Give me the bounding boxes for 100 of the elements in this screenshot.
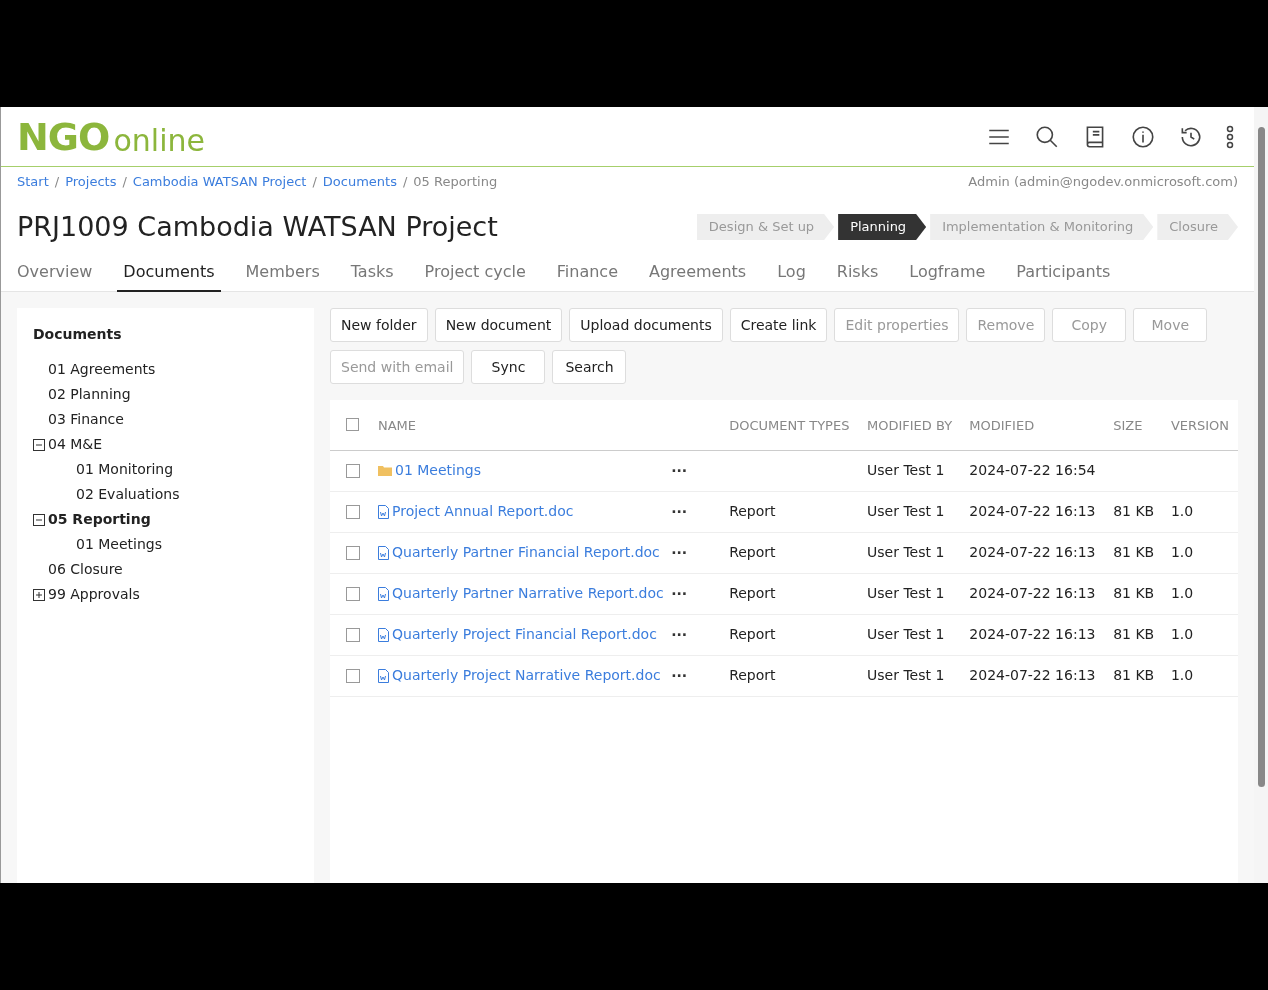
tab[interactable]: Log — [771, 257, 812, 292]
file-version: 1.0 — [1170, 503, 1194, 519]
tree-item[interactable]: 02 Evaluations — [76, 484, 180, 505]
user-label: Admin (admin@ngodev.onmicrosoft.com) — [968, 173, 1238, 192]
breadcrumb-separator: / — [312, 173, 317, 192]
breadcrumb-separator: / — [402, 173, 408, 192]
tree-item[interactable]: 01 Agreements — [48, 359, 156, 380]
more-icon[interactable] — [1226, 124, 1234, 149]
collapse-icon[interactable] — [33, 513, 45, 526]
toolbar-button[interactable]: Sync — [471, 350, 546, 384]
more-actions[interactable]: ··· — [671, 626, 688, 643]
row-checkbox[interactable] — [346, 504, 360, 519]
file-size: 81 KB — [1113, 503, 1155, 519]
tree-item[interactable]: 99 Approvals — [48, 584, 140, 605]
modified-by: User Test 1 — [867, 462, 945, 478]
modified-date: 2024-07-22 16:13 — [969, 585, 1096, 601]
breadcrumb-link[interactable]: Projects — [65, 172, 117, 192]
column-header[interactable]: VERSION — [1170, 417, 1230, 433]
file-link[interactable]: Quarterly Partner Financial Report.doc — [392, 542, 660, 563]
select-all-checkbox[interactable] — [346, 418, 359, 432]
more-actions[interactable]: ··· — [671, 462, 688, 479]
tree-item[interactable]: 02 Planning — [48, 384, 131, 405]
row-checkbox[interactable] — [346, 627, 360, 642]
file-size: 81 KB — [1113, 544, 1155, 560]
breadcrumb-link[interactable]: Cambodia WATSAN Project — [132, 172, 307, 192]
file-link[interactable]: 01 Meetings — [395, 460, 481, 481]
column-header[interactable]: NAME — [378, 417, 417, 433]
tab[interactable]: Participants — [1010, 257, 1117, 292]
search-icon[interactable] — [1034, 123, 1060, 150]
modified-date: 2024-07-22 16:13 — [969, 626, 1096, 642]
modified-by: User Test 1 — [867, 544, 945, 560]
file-link[interactable]: Quarterly Project Financial Report.doc — [392, 624, 657, 645]
row-checkbox[interactable] — [346, 463, 360, 478]
phase-step[interactable]: Design & Set up — [696, 214, 835, 240]
sidebar-title: Documents — [33, 325, 123, 344]
file-link[interactable]: Quarterly Partner Narrative Report.doc — [392, 583, 664, 604]
document-type: Report — [729, 585, 776, 601]
file-size: 81 KB — [1113, 585, 1155, 601]
file-size: 81 KB — [1113, 626, 1155, 642]
tree-item[interactable]: 01 Meetings — [76, 534, 162, 555]
more-actions[interactable]: ··· — [671, 544, 688, 561]
page-title: PRJ1009 Cambodia WATSAN Project — [17, 209, 498, 244]
tree-item[interactable]: 01 Monitoring — [76, 459, 174, 480]
tree-item[interactable]: 03 Finance — [48, 409, 124, 430]
collapse-icon[interactable] — [33, 438, 45, 451]
breadcrumb-separator: / — [54, 173, 60, 192]
modified-by: User Test 1 — [867, 503, 945, 519]
scrollbar[interactable] — [1254, 107, 1268, 883]
file-version: 1.0 — [1170, 544, 1194, 560]
column-header[interactable]: MODIFIED BY — [867, 417, 953, 433]
modified-date: 2024-07-22 16:13 — [969, 544, 1096, 560]
tab[interactable]: Overview — [17, 257, 99, 292]
breadcrumb-link[interactable]: Documents — [322, 172, 397, 192]
logo: NGOonline — [17, 117, 205, 156]
tree-item[interactable]: 05 Reporting — [48, 509, 151, 530]
modified-by: User Test 1 — [867, 667, 945, 683]
tree-item[interactable]: 06 Closure — [48, 559, 123, 580]
file-size: 81 KB — [1113, 667, 1155, 683]
more-actions[interactable]: ··· — [671, 667, 688, 684]
file-version: 1.0 — [1170, 626, 1194, 642]
tab[interactable]: Members — [239, 257, 326, 292]
phase-step[interactable]: Implementation & Monitoring — [930, 214, 1154, 240]
toolbar-button[interactable]: Create link — [729, 308, 828, 342]
phase-step[interactable]: Closure — [1157, 214, 1238, 240]
toolbar-button[interactable]: Search — [552, 350, 627, 384]
document-icon — [378, 504, 389, 519]
row-checkbox[interactable] — [346, 545, 360, 560]
toolbar-button[interactable]: New folder — [330, 308, 428, 342]
modified-date: 2024-07-22 16:54 — [969, 462, 1096, 478]
file-link[interactable]: Quarterly Project Narrative Report.doc — [392, 665, 661, 686]
column-header[interactable]: DOCUMENT TYPES — [729, 417, 850, 433]
modified-date: 2024-07-22 16:13 — [969, 667, 1096, 683]
row-checkbox[interactable] — [346, 668, 360, 683]
column-header[interactable]: SIZE — [1113, 417, 1143, 433]
info-icon[interactable] — [1130, 123, 1156, 150]
folder-icon — [378, 465, 392, 476]
tab[interactable]: Finance — [550, 257, 624, 292]
document-icon — [378, 668, 389, 683]
document-type: Report — [729, 544, 776, 560]
toolbar-button[interactable]: New document — [434, 308, 563, 342]
expand-icon[interactable] — [33, 588, 45, 601]
more-actions[interactable]: ··· — [671, 585, 688, 602]
modified-date: 2024-07-22 16:13 — [969, 503, 1096, 519]
tab[interactable]: Risks — [830, 257, 885, 292]
phase-step[interactable]: Planning — [838, 214, 927, 240]
tab[interactable]: Logframe — [903, 257, 992, 292]
tab[interactable]: Agreements — [643, 257, 753, 292]
more-actions[interactable]: ··· — [671, 503, 688, 520]
document-type: Report — [729, 503, 776, 519]
document-type: Report — [729, 667, 776, 683]
tree-item[interactable]: 04 M&E — [48, 434, 103, 455]
modified-by: User Test 1 — [867, 585, 945, 601]
file-link[interactable]: Project Annual Report.doc — [392, 501, 574, 522]
breadcrumb-link[interactable]: Start — [17, 172, 49, 192]
tab[interactable]: Project cycle — [418, 257, 532, 292]
row-checkbox[interactable] — [346, 586, 360, 601]
column-header[interactable]: MODIFIED — [969, 417, 1035, 433]
tab[interactable]: Tasks — [344, 257, 400, 292]
toolbar-button[interactable]: Upload documents — [569, 308, 723, 342]
file-version: 1.0 — [1170, 667, 1194, 683]
